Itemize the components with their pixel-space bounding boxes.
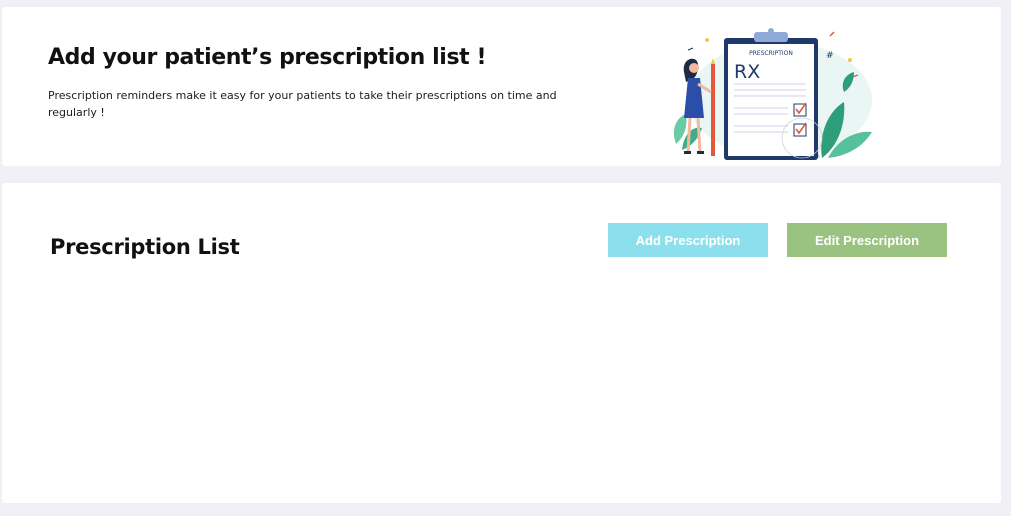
prescription-list-title: Prescription List (50, 235, 240, 259)
hero-description: Prescription reminders make it easy for … (48, 89, 557, 119)
clipboard-heading: PRESCRIPTION (749, 50, 793, 57)
hash-decoration: # (826, 51, 834, 61)
hero-title: Add your patient’s prescription list ! (48, 45, 487, 70)
add-prescription-button[interactable]: Add Prescription (608, 223, 768, 257)
dash-decoration (829, 31, 835, 37)
dash-decoration (687, 47, 694, 51)
sparkle-icon (848, 58, 852, 62)
clipboard-rx: RX (734, 61, 760, 83)
prescription-hero-card: Add your patient’s prescription list ! P… (2, 7, 1001, 166)
edit-prescription-button[interactable]: Edit Prescription (787, 223, 947, 257)
prescription-list-card: Prescription List Add Prescription Edit … (2, 183, 1001, 503)
clipboard-icon: PRESCRIPTION RX (724, 28, 823, 160)
sparkle-icon (705, 38, 709, 42)
prescription-illustration: # PRESCRIPTION RX (673, 28, 872, 160)
